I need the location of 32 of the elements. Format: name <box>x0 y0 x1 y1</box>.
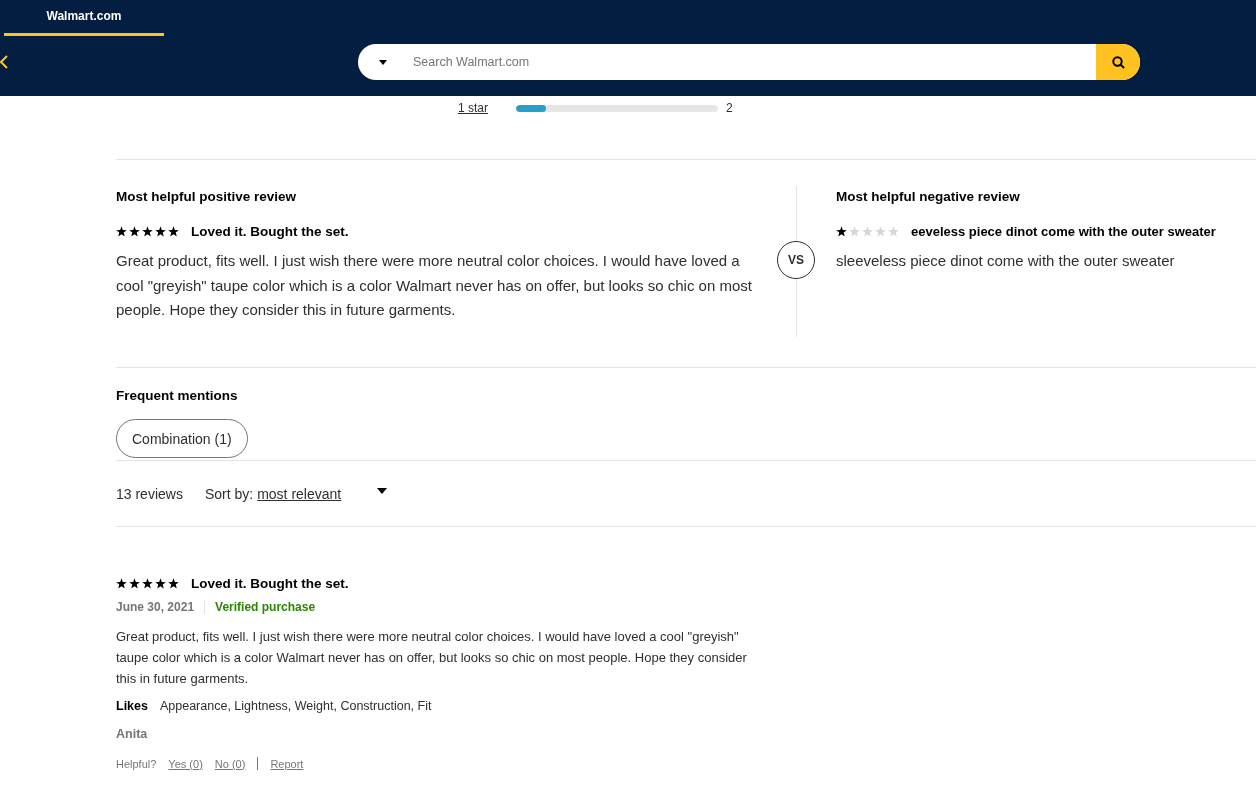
review-text: Great product, fits well. I just wish there were more neutral color choices. I would have loved a cool "greyish" taupe color which is a color Walmart never has on offer, but looks so chic on most people. Hope they consider this in future garments. <box>116 628 748 688</box>
caret-icon <box>378 59 387 65</box>
review-count: 13 reviews <box>116 485 183 502</box>
review-title: eeveless piece dinot come with the outer sweater <box>911 224 1216 239</box>
section-heading: Frequent mentions <box>116 388 239 403</box>
verified-label: Verified purchase <box>215 600 316 614</box>
vs-badge: VS <box>777 240 815 279</box>
mention-chip[interactable]: Combination (1) <box>116 419 248 458</box>
back-chevron-icon <box>0 55 8 69</box>
review-text: Great product, fits well. I just wish there were more neutral color choices. I would have loved a cool "greyish" taupe color which is a color Walmart never has on offer, but looks so chic on most people. Hope they consider this in future garments. <box>116 251 753 320</box>
rating-count: 2 <box>726 101 733 115</box>
section-heading: Most helpful negative review <box>836 189 1021 204</box>
review-date: June 30, 2021 <box>116 600 195 614</box>
sort-dropdown-link[interactable]: most relevant <box>257 485 342 502</box>
review-text: sleeveless piece dinot come with the outer sweater <box>836 251 1176 271</box>
review-title: Loved it. Bought the set. <box>191 576 349 591</box>
helpful-label: Helpful? <box>116 757 157 770</box>
search-bar[interactable]: Search Walmart.com <box>358 44 1140 80</box>
star-filter-link[interactable]: 1 star <box>458 101 516 115</box>
report-link[interactable]: Report <box>270 757 304 770</box>
helpful-no-link[interactable]: No (0) <box>214 757 246 770</box>
sort-label: Sort by: <box>204 485 254 502</box>
search-button[interactable] <box>1096 44 1140 80</box>
likes-label: Likes <box>116 699 148 713</box>
site-tab[interactable]: Walmart.com <box>4 0 164 36</box>
author-name: Anita <box>116 727 149 741</box>
caret-icon <box>377 487 388 494</box>
likes-text: Appearance, Lightness, Weight, Construction, Fit <box>159 699 432 713</box>
search-icon <box>1111 55 1125 69</box>
review-title: Loved it. Bought the set. <box>191 224 349 239</box>
helpful-yes-link[interactable]: Yes (0) <box>168 757 203 770</box>
section-heading: Most helpful positive review <box>116 189 298 204</box>
